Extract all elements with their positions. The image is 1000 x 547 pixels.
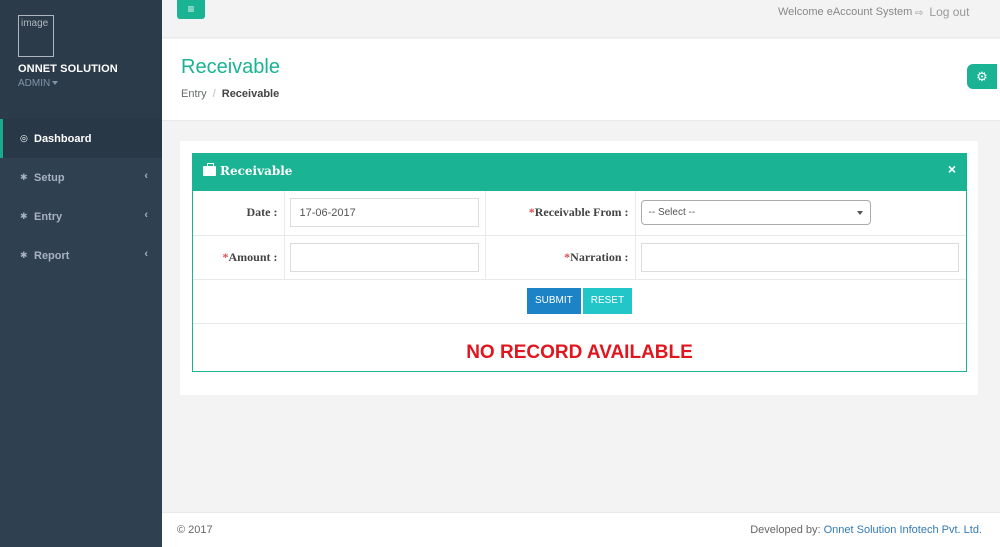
gear-icon: ✱ xyxy=(20,211,28,221)
logout-link[interactable]: ⇨ Log out xyxy=(915,5,969,19)
page-title: Receivable xyxy=(181,56,280,78)
role-label: ADMIN xyxy=(18,78,51,89)
briefcase-icon xyxy=(203,163,216,176)
amount-label: *Amount : xyxy=(193,235,285,280)
sign-out-icon: ⇨ xyxy=(915,8,924,19)
breadcrumb-separator: / xyxy=(212,88,216,100)
receivable-from-label: *Receivable From : xyxy=(485,191,636,236)
developer-link[interactable]: Onnet Solution Infotech Pvt. Ltd. xyxy=(824,524,982,536)
breadcrumb-item-current: Receivable xyxy=(221,88,280,100)
content-wrapper: Receivable × Date : *Receivable From : -… xyxy=(180,141,978,395)
company-name: ONNET SOLUTION xyxy=(18,63,118,75)
caret-down-icon xyxy=(856,211,863,216)
sidebar-item-entry[interactable]: ✱ Entry ‹ xyxy=(0,197,162,236)
sidebar-item-report[interactable]: ✱ Report ‹ xyxy=(0,236,162,275)
caret-down-icon xyxy=(52,81,59,86)
cogs-icon: ⚙ xyxy=(976,69,988,84)
top-navbar: ≡ Welcome eAccount System ⇨ Log out xyxy=(162,0,1000,38)
panel-title: Receivable xyxy=(220,164,293,178)
button-row: SUBMIT RESET xyxy=(193,279,966,324)
developed-by-label: Developed by: xyxy=(750,524,821,536)
chevron-left-icon: ‹ xyxy=(144,170,148,182)
profile-block: image ONNET SOLUTION ADMIN xyxy=(0,0,162,119)
breadcrumb: Entry / Receivable xyxy=(181,88,279,100)
copyright: © 2017 xyxy=(177,524,213,536)
welcome-text: Welcome eAccount System xyxy=(778,6,913,18)
amount-input[interactable] xyxy=(289,242,479,272)
receivable-panel: Receivable × Date : *Receivable From : -… xyxy=(192,153,967,372)
chevron-left-icon: ‹ xyxy=(144,209,148,221)
logout-label: Log out xyxy=(929,5,970,19)
receivable-from-cell: -- Select -- xyxy=(635,191,966,236)
narration-cell xyxy=(635,235,966,280)
date-input[interactable] xyxy=(289,198,479,228)
sidebar-item-label: Report xyxy=(34,249,70,262)
footer: © 2017 Developed by: Onnet Solution Info… xyxy=(162,512,1000,547)
hamburger-icon: ≡ xyxy=(187,2,195,16)
submit-button[interactable]: SUBMIT xyxy=(526,288,581,314)
sidebar-item-label: Dashboard xyxy=(34,132,92,145)
developer-credit: Developed by: Onnet Solution Infotech Pv… xyxy=(750,524,982,536)
empty-state-message: NO RECORD AVAILABLE xyxy=(466,341,693,363)
page-heading: Receivable Entry / Receivable ⚙ xyxy=(162,39,1000,121)
amount-cell xyxy=(284,235,486,280)
role-dropdown[interactable]: ADMIN xyxy=(18,78,162,89)
date-cell xyxy=(284,191,486,236)
menu-toggle-button[interactable]: ≡ xyxy=(177,0,205,19)
receivable-form: Date : *Receivable From : -- Select -- *… xyxy=(193,191,966,324)
sidebar-item-setup[interactable]: ✱ Setup ‹ xyxy=(0,158,162,197)
sidebar: image ONNET SOLUTION ADMIN ◎ Dashboard ✱… xyxy=(0,0,162,547)
breadcrumb-item-entry[interactable]: Entry xyxy=(181,88,207,100)
chevron-left-icon: ‹ xyxy=(144,248,148,260)
reset-button[interactable]: RESET xyxy=(582,288,633,314)
select-value: -- Select -- xyxy=(648,207,696,219)
narration-label: *Narration : xyxy=(485,235,636,280)
receivable-from-select[interactable]: -- Select -- xyxy=(640,200,871,226)
narration-input[interactable] xyxy=(640,242,959,272)
panel-header: Receivable × xyxy=(193,154,966,191)
gear-icon: ✱ xyxy=(20,250,28,260)
theme-settings-button[interactable]: ⚙ xyxy=(967,64,997,89)
avatar[interactable]: image xyxy=(18,15,54,57)
sidebar-item-label: Setup xyxy=(34,171,65,184)
sidebar-item-dashboard[interactable]: ◎ Dashboard xyxy=(0,119,162,158)
dashboard-icon: ◎ xyxy=(20,133,28,143)
date-label: Date : xyxy=(193,191,285,236)
close-icon[interactable]: × xyxy=(948,161,956,177)
gear-icon: ✱ xyxy=(20,172,28,182)
sidebar-item-label: Entry xyxy=(34,210,63,223)
